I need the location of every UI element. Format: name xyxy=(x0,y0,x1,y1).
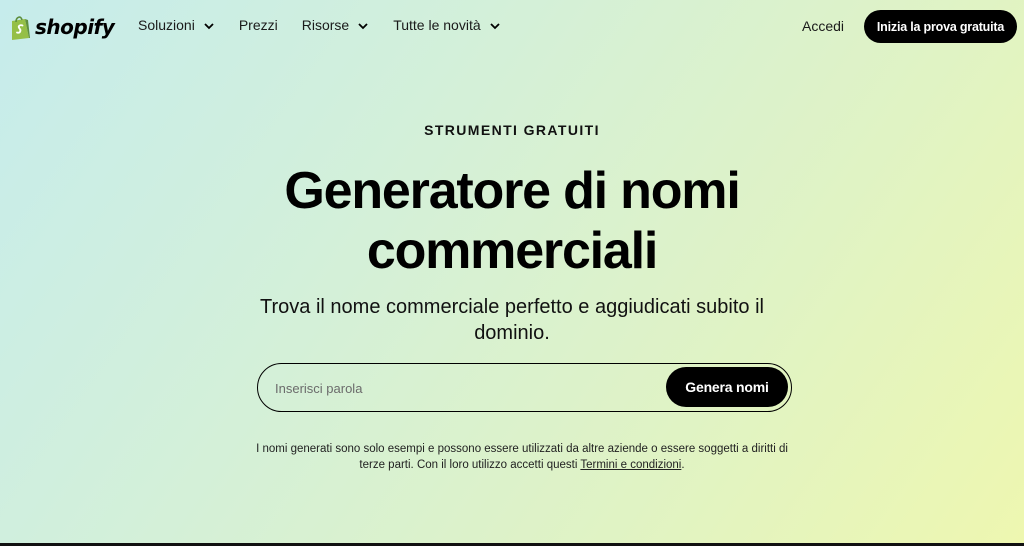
chevron-down-icon xyxy=(489,23,500,30)
nav-item-label: Risorse xyxy=(301,17,350,33)
page-title: Generatore di nomi commerciali xyxy=(0,161,1024,281)
nav-item-label: Soluzioni xyxy=(138,17,195,33)
start-trial-button[interactable]: Inizia la prova gratuita xyxy=(864,10,1017,43)
page-subtitle: Trova il nome commerciale perfetto e agg… xyxy=(260,296,764,344)
main-nav: Soluzioni Prezzi Risorse Tutte le novità xyxy=(138,17,525,33)
nav-item-novita[interactable]: Tutte le novità xyxy=(393,17,500,33)
nav-item-soluzioni[interactable]: Soluzioni xyxy=(138,17,215,33)
name-search-form: Genera nomi xyxy=(257,363,792,412)
disclaimer-body: I nomi generati sono solo esempi e posso… xyxy=(256,443,788,471)
disclaimer-text: I nomi generati sono solo esempi e posso… xyxy=(252,441,792,473)
nav-item-label: Tutte le novità xyxy=(393,17,481,33)
site-header: shopify Soluzioni Prezzi Risorse Tutte l… xyxy=(0,0,1024,54)
title-line-2: commerciali xyxy=(366,222,658,280)
nav-item-risorse[interactable]: Risorse xyxy=(302,17,369,33)
disclaimer-suffix: . xyxy=(681,459,685,471)
eyebrow-label: STRUMENTI GRATUITI xyxy=(424,122,600,138)
nav-item-prezzi[interactable]: Prezzi xyxy=(239,17,278,33)
title-line-1: Generatore di nomi xyxy=(284,162,740,220)
shopify-bag-icon xyxy=(12,15,30,40)
chevron-down-icon xyxy=(204,23,214,30)
terms-link[interactable]: Termini e condizioni xyxy=(580,459,681,471)
generate-names-button[interactable]: Genera nomi xyxy=(666,367,788,407)
nav-item-label: Prezzi xyxy=(238,17,278,33)
keyword-input[interactable] xyxy=(275,376,655,400)
logo-wordmark: shopify xyxy=(35,15,115,39)
login-link[interactable]: Accedi xyxy=(802,18,844,34)
chevron-down-icon xyxy=(358,23,368,30)
shopify-logo[interactable]: shopify xyxy=(9,13,115,41)
